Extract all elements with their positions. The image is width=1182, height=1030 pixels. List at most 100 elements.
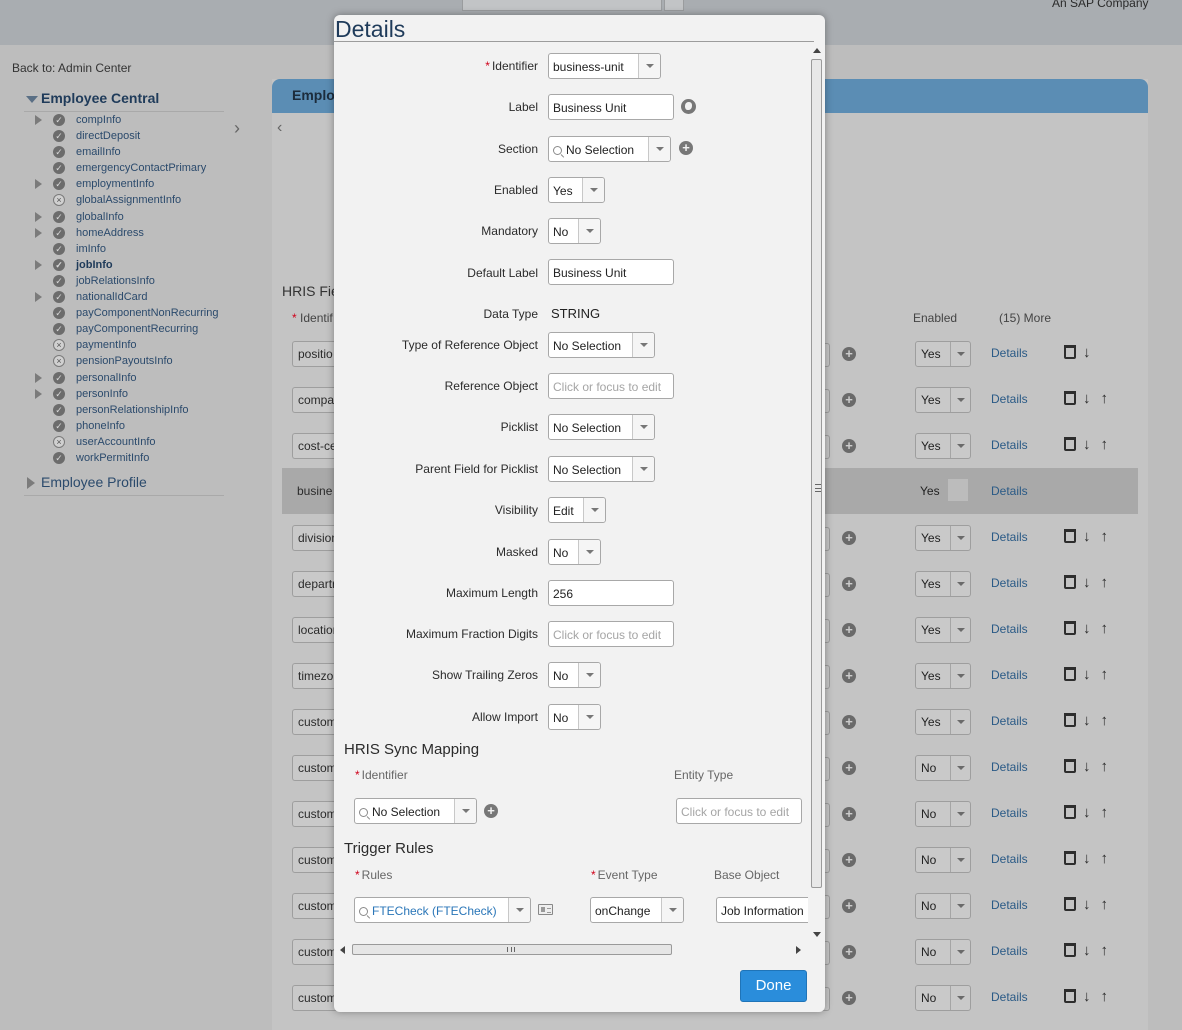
details-link[interactable]: Details bbox=[991, 668, 1028, 682]
tree-item[interactable]: ✓ personRelationshipInfo bbox=[24, 402, 224, 418]
arrow-down-icon[interactable]: ↓ bbox=[1083, 988, 1095, 1005]
dropdown-arrow-icon[interactable] bbox=[661, 898, 683, 922]
section-select[interactable]: No Selection bbox=[548, 136, 671, 162]
arrow-down-icon[interactable]: ↓ bbox=[1083, 344, 1095, 361]
enabled-select[interactable]: Yes bbox=[915, 479, 971, 505]
add-plus-icon[interactable]: + bbox=[842, 991, 856, 1005]
enabled-select[interactable]: Yes bbox=[915, 571, 971, 597]
dropdown-arrow-icon[interactable] bbox=[950, 618, 970, 642]
arrow-up-icon[interactable]: ↑ bbox=[1101, 666, 1113, 683]
tree-item[interactable]: ✓ phoneInfo bbox=[24, 418, 224, 434]
tree-item[interactable]: ✓ workPermitInfo bbox=[24, 450, 224, 466]
tree-item[interactable]: ✓ globalInfo bbox=[24, 209, 224, 225]
details-link[interactable]: Details bbox=[991, 346, 1028, 360]
row-identifier[interactable]: custom bbox=[292, 709, 336, 735]
arrow-up-icon[interactable]: ↑ bbox=[1101, 988, 1113, 1005]
sync-identifier-select[interactable]: No Selection bbox=[354, 798, 477, 824]
tree-item[interactable]: ✓ directDeposit bbox=[24, 128, 224, 144]
details-link[interactable]: Details bbox=[991, 714, 1028, 728]
add-plus-icon[interactable]: + bbox=[842, 623, 856, 637]
expand-triangle-icon[interactable] bbox=[35, 211, 42, 222]
rule-details-icon[interactable] bbox=[538, 904, 553, 915]
max-fraction-input[interactable]: Click or focus to edit bbox=[548, 621, 674, 647]
trash-icon[interactable] bbox=[1064, 621, 1076, 636]
dropdown-arrow-icon[interactable] bbox=[950, 664, 970, 688]
arrow-up-icon[interactable]: ↑ bbox=[1101, 528, 1113, 545]
enabled-select[interactable]: Yes bbox=[915, 387, 971, 413]
trash-icon[interactable] bbox=[1064, 575, 1076, 590]
tree-item[interactable]: × userAccountInfo bbox=[24, 434, 224, 450]
details-link[interactable]: Details bbox=[991, 530, 1028, 544]
search-button-stub[interactable] bbox=[664, 0, 684, 11]
dropdown-arrow-icon[interactable] bbox=[950, 572, 970, 596]
done-button[interactable]: Done bbox=[740, 970, 807, 1002]
row-identifier[interactable]: location bbox=[292, 617, 336, 643]
expand-triangle-icon[interactable] bbox=[35, 179, 42, 190]
arrow-down-icon[interactable]: ↓ bbox=[1083, 758, 1095, 775]
enabled-select[interactable]: No bbox=[915, 847, 971, 873]
tree-root-employee-profile[interactable]: Employee Profile bbox=[24, 474, 224, 497]
dropdown-arrow-icon[interactable] bbox=[950, 710, 970, 734]
dropdown-arrow-icon[interactable] bbox=[578, 540, 600, 564]
tree-item[interactable]: ✓ payComponentRecurring bbox=[24, 321, 224, 337]
tree-item[interactable]: × pensionPayoutsInfo bbox=[24, 353, 224, 369]
expand-triangle-icon[interactable] bbox=[35, 292, 42, 303]
expand-triangle-icon[interactable] bbox=[35, 227, 42, 238]
masked-select[interactable]: No bbox=[548, 539, 601, 565]
enabled-select[interactable]: Yes bbox=[548, 177, 605, 203]
type-ref-object-select[interactable]: No Selection bbox=[548, 332, 655, 358]
scroll-thumb[interactable] bbox=[811, 59, 822, 888]
parent-picklist-select[interactable]: No Selection bbox=[548, 456, 655, 482]
arrow-up-icon[interactable]: ↑ bbox=[1101, 574, 1113, 591]
row-identifier[interactable]: compa bbox=[292, 387, 336, 413]
tree-item[interactable]: ✓ emergencyContactPrimary bbox=[24, 160, 224, 176]
enabled-select[interactable]: No bbox=[915, 801, 971, 827]
details-link[interactable]: Details bbox=[991, 438, 1028, 452]
row-identifier[interactable]: departr bbox=[292, 571, 336, 597]
scroll-up-icon[interactable] bbox=[813, 48, 821, 53]
trash-icon[interactable] bbox=[1064, 345, 1076, 360]
expand-triangle-icon[interactable] bbox=[35, 115, 42, 125]
row-identifier[interactable]: custom bbox=[292, 755, 336, 781]
collapse-triangle-icon[interactable] bbox=[26, 96, 38, 103]
add-sync-plus-icon[interactable]: + bbox=[484, 804, 498, 818]
add-plus-icon[interactable]: + bbox=[842, 715, 856, 729]
enabled-select[interactable]: Yes bbox=[915, 341, 971, 367]
identifier-select[interactable]: business-unit bbox=[548, 53, 661, 79]
expand-triangle-icon[interactable] bbox=[35, 388, 42, 399]
arrow-up-icon[interactable]: ↑ bbox=[1101, 804, 1113, 821]
dropdown-arrow-icon[interactable] bbox=[950, 342, 970, 366]
arrow-down-icon[interactable]: ↓ bbox=[1083, 942, 1095, 959]
arrow-up-icon[interactable]: ↑ bbox=[1101, 850, 1113, 867]
trash-icon[interactable] bbox=[1064, 713, 1076, 728]
enabled-select[interactable]: Yes bbox=[915, 617, 971, 643]
trash-icon[interactable] bbox=[1064, 437, 1076, 452]
arrow-down-icon[interactable]: ↓ bbox=[1083, 666, 1095, 683]
trash-icon[interactable] bbox=[1064, 667, 1076, 682]
details-link[interactable]: Details bbox=[991, 576, 1028, 590]
scroll-down-icon[interactable] bbox=[813, 932, 821, 937]
arrow-down-icon[interactable]: ↓ bbox=[1083, 804, 1095, 821]
enabled-select[interactable]: No bbox=[915, 893, 971, 919]
arrow-up-icon[interactable]: ↑ bbox=[1101, 712, 1113, 729]
dropdown-arrow-icon[interactable] bbox=[950, 756, 970, 780]
row-identifier[interactable]: positio bbox=[292, 341, 336, 367]
details-link[interactable]: Details bbox=[991, 944, 1028, 958]
dropdown-arrow-icon[interactable] bbox=[950, 848, 970, 872]
arrow-down-icon[interactable]: ↓ bbox=[1083, 712, 1095, 729]
row-identifier[interactable]: division bbox=[292, 525, 336, 551]
chevron-left-icon[interactable]: ‹ bbox=[277, 119, 282, 137]
row-identifier[interactable]: custom bbox=[292, 939, 336, 965]
tree-item[interactable]: ✓ emailInfo bbox=[24, 144, 224, 160]
arrow-down-icon[interactable]: ↓ bbox=[1083, 896, 1095, 913]
dropdown-arrow-icon[interactable] bbox=[578, 705, 600, 729]
details-link[interactable]: Details bbox=[991, 852, 1028, 866]
tree-item[interactable]: ✓ employmentInfo bbox=[24, 176, 224, 192]
tree-item[interactable]: ✓ nationalIdCard bbox=[24, 289, 224, 305]
horizontal-scrollbar[interactable] bbox=[338, 942, 806, 956]
trailing-zeros-select[interactable]: No bbox=[548, 662, 601, 688]
expand-triangle-icon[interactable] bbox=[27, 477, 35, 490]
allow-import-select[interactable]: No bbox=[548, 704, 601, 730]
dropdown-arrow-icon[interactable] bbox=[508, 898, 530, 922]
expand-triangle-icon[interactable] bbox=[35, 259, 42, 270]
